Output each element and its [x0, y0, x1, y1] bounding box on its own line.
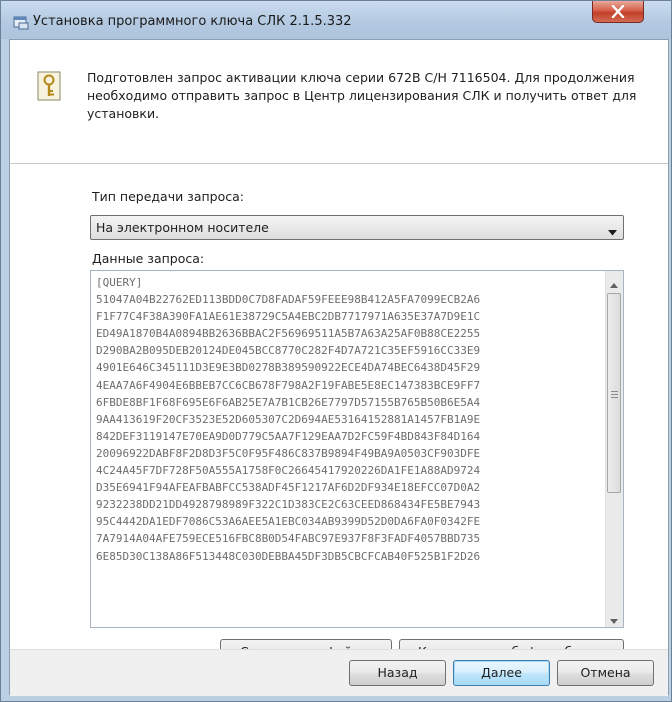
scroll-down-arrow-icon[interactable] — [610, 613, 618, 627]
query-data-label: Данные запроса: — [92, 251, 205, 266]
cancel-button[interactable]: Отмена — [557, 660, 654, 686]
transfer-type-label: Тип передачи запроса: — [92, 189, 244, 204]
setup-window-icon — [13, 16, 29, 30]
setup-window: Установка программного ключа СЛК 2.1.5.3… — [0, 0, 672, 702]
close-button[interactable] — [592, 1, 644, 23]
query-data-textarea[interactable]: [QUERY] 51047A04B22762ED113BDD0C7D8FADAF… — [90, 270, 624, 628]
header-divider — [10, 163, 668, 164]
close-icon — [611, 5, 625, 18]
query-scrollbar[interactable] — [605, 271, 623, 627]
scrollbar-thumb[interactable] — [607, 293, 621, 493]
back-button[interactable]: Назад — [349, 660, 446, 686]
dialog-client-area: Подготовлен запрос активации ключа серии… — [9, 39, 669, 696]
activation-message: Подготовлен запрос активации ключа серии… — [87, 70, 637, 121]
dropdown-arrow-icon — [608, 225, 617, 239]
key-icon — [37, 71, 61, 101]
next-button[interactable]: Далее — [453, 660, 550, 686]
transfer-type-select[interactable]: На электронном носителе — [90, 215, 624, 240]
scrollbar-grip-icon — [611, 388, 618, 402]
transfer-type-value: На электронном носителе — [96, 220, 269, 235]
dialog-header: Подготовлен запрос активации ключа серии… — [10, 40, 668, 163]
window-title: Установка программного ключа СЛК 2.1.5.3… — [33, 14, 352, 29]
scroll-up-arrow-icon[interactable] — [610, 277, 618, 291]
title-bar[interactable]: Установка программного ключа СЛК 2.1.5.3… — [1, 1, 671, 39]
query-data-text: [QUERY] 51047A04B22762ED113BDD0C7D8FADAF… — [96, 276, 481, 563]
